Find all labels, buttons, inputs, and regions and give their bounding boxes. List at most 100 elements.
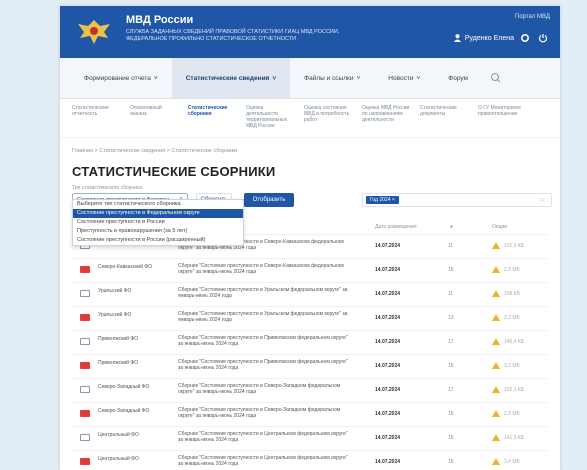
- nav-label: Файлы и ссылки: [304, 74, 354, 82]
- pdf-file-icon[interactable]: [80, 266, 90, 273]
- column-actions: Опции: [492, 224, 508, 230]
- pdf-file-icon[interactable]: [80, 362, 90, 369]
- nav-item-news[interactable]: Новости ˅: [374, 58, 434, 98]
- date-filter[interactable]: Год 2024 × ▭: [362, 193, 552, 207]
- table-row[interactable]: Приволжский ФО Сборник "Состояние преступ…: [72, 354, 548, 378]
- file-size[interactable]: 2,3 МБ: [504, 315, 520, 321]
- show-button[interactable]: Отобразить: [244, 193, 294, 207]
- subnav-item[interactable]: О ГУ Мониторинге правоотношения: [478, 105, 526, 131]
- pdf-file-icon[interactable]: [80, 458, 90, 465]
- nav-item-files[interactable]: Файлы и ссылки ˅: [290, 58, 374, 98]
- download-count: 17: [448, 339, 454, 345]
- table-row[interactable]: Центральный ФО Сборник "Состояние преступ…: [72, 426, 548, 450]
- column-date[interactable]: Дата размещения: [375, 224, 417, 230]
- table-row[interactable]: Северо-Западный ФО Сборник "Состояние пре…: [72, 402, 548, 426]
- file-size[interactable]: 141,3 КБ: [504, 435, 524, 441]
- file-size[interactable]: 3,1 МБ: [504, 363, 520, 369]
- warning-icon: [492, 362, 500, 369]
- spreadsheet-file-icon[interactable]: [80, 338, 90, 345]
- site-title: МВД России: [126, 14, 194, 26]
- pdf-file-icon[interactable]: [80, 410, 90, 417]
- nav-label: Формирование отчета: [84, 74, 151, 82]
- warning-icon: [492, 242, 500, 249]
- description[interactable]: Сборник "Состояние преступности в Северо…: [178, 383, 348, 395]
- pdf-file-icon[interactable]: [80, 314, 90, 321]
- portal-link[interactable]: Портал МВД: [515, 14, 550, 20]
- subnav-item[interactable]: Оценка деятельности территориальных МВД …: [246, 105, 294, 131]
- date: 14.07.2024: [375, 291, 401, 297]
- file-size[interactable]: 2,9 МБ: [504, 411, 520, 417]
- nav-item-forum[interactable]: Форум: [434, 58, 482, 98]
- warning-icon: [492, 434, 500, 441]
- date: 14.07.2024: [375, 243, 401, 249]
- dropdown-option[interactable]: Преступность и правонарушения (за 5 лет): [73, 227, 243, 236]
- file-size[interactable]: 102,1 КБ: [504, 387, 524, 393]
- description[interactable]: Сборник "Состояние преступности в Уральс…: [178, 287, 348, 299]
- nav-item-statistics[interactable]: Статистические сведения ˅: [171, 58, 291, 98]
- calendar-icon[interactable]: ▭: [539, 196, 547, 204]
- main-nav: Формирование отчета ˅ Статистические свед…: [60, 58, 560, 99]
- table-row[interactable]: Уральский ФО Сборник "Состояние преступно…: [72, 282, 548, 306]
- breadcrumb[interactable]: Главная > Статистические сведения > Стат…: [72, 148, 548, 154]
- description[interactable]: Сборник "Состояние преступности в Привол…: [178, 359, 348, 371]
- file-size[interactable]: 3,4 МБ: [504, 459, 520, 465]
- subnav-item[interactable]: Оперативный анализ: [130, 105, 178, 131]
- sub-nav: Статистические отчетность Оперативный ан…: [60, 99, 560, 138]
- download-count: 16: [448, 363, 454, 369]
- description[interactable]: Сборник "Состояние преступности в Центра…: [178, 431, 348, 443]
- download-count: 16: [448, 435, 454, 441]
- district: Северо-Кавказский ФО: [98, 264, 152, 270]
- dropdown-option[interactable]: Состояние преступности в России: [73, 218, 243, 227]
- file-size[interactable]: 2,9 МБ: [504, 267, 520, 273]
- description[interactable]: Сборник "Состояние преступности в Уральс…: [178, 311, 348, 323]
- file-size[interactable]: 109 КБ: [504, 291, 520, 297]
- download-count: 11: [448, 243, 454, 249]
- screenshot-frame: МВД России СЛУЖБА ЗАДАННЫХ СВЕДЕНИЙ ПРАВ…: [0, 0, 587, 470]
- description[interactable]: Сборник "Состояние преступности в Центра…: [178, 455, 348, 467]
- warning-icon: [492, 266, 500, 273]
- table-row[interactable]: Северо-Западный ФО Сборник "Состояние пре…: [72, 378, 548, 402]
- dropdown-option[interactable]: Выберите тип статистического сборника: [73, 200, 243, 209]
- dropdown-option-selected[interactable]: Состояние преступности в Федеральном окр…: [73, 209, 243, 218]
- warning-icon: [492, 386, 500, 393]
- district: Уральский ФО: [98, 288, 132, 294]
- user-name: Руденко Елена: [464, 34, 514, 42]
- district: Северо-Западный ФО: [98, 384, 150, 390]
- warning-icon: [492, 290, 500, 297]
- dropdown-option[interactable]: Состояние преступности в России (расшире…: [73, 236, 243, 245]
- table-row[interactable]: Центральный ФО Сборник "Состояние преступ…: [72, 450, 548, 470]
- chevron-down-icon: ˅: [272, 74, 277, 82]
- subnav-item[interactable]: Статистические отчетность: [72, 105, 120, 131]
- subnav-item-active[interactable]: Статистические сборники: [188, 105, 236, 131]
- nav-label: Статистические сведения: [185, 74, 270, 82]
- subnav-item[interactable]: Оценка МВД России по направлениям деятел…: [362, 105, 410, 131]
- file-size[interactable]: 140,4 КБ: [504, 339, 524, 345]
- subnav-item[interactable]: Статистические документы: [420, 105, 468, 131]
- description[interactable]: Сборник "Состояние преступности в Привол…: [178, 335, 348, 347]
- download-count: 16: [448, 267, 454, 273]
- user-menu[interactable]: Руденко Елена: [453, 34, 514, 42]
- table-body: Сборник "Состояние преступности в Северо…: [72, 234, 548, 470]
- search-icon[interactable]: [488, 70, 504, 86]
- district: Центральный ФО: [98, 432, 139, 438]
- brand: МВД России СЛУЖБА ЗАДАННЫХ СВЕДЕНИЙ ПРАВ…: [126, 14, 346, 42]
- warning-icon: [492, 410, 500, 417]
- table-row[interactable]: Северо-Кавказский ФО Сборник "Состояние п…: [72, 258, 548, 282]
- eagle-emblem-icon[interactable]: [74, 16, 114, 48]
- district: Северо-Западный ФО: [98, 408, 150, 414]
- settings-icon[interactable]: [520, 33, 530, 43]
- description[interactable]: Сборник "Состояние преступности в Северо…: [178, 263, 348, 275]
- spreadsheet-file-icon[interactable]: [80, 386, 90, 393]
- description[interactable]: Сборник "Состояние преступности в Северо…: [178, 407, 348, 419]
- subnav-item[interactable]: Оценка состояния МВД и потребность работ: [304, 105, 352, 131]
- spreadsheet-file-icon[interactable]: [80, 290, 90, 297]
- table-row[interactable]: Приволжский ФО Сборник "Состояние преступ…: [72, 330, 548, 354]
- power-icon[interactable]: [538, 33, 548, 43]
- download-count: 13: [448, 315, 454, 321]
- file-size[interactable]: 101,5 КБ: [504, 243, 524, 249]
- table-row[interactable]: Уральский ФО Сборник "Состояние преступно…: [72, 306, 548, 330]
- nav-item-report[interactable]: Формирование отчета ˅: [70, 58, 172, 98]
- date-chip[interactable]: Год 2024 ×: [366, 196, 399, 204]
- date: 14.07.2024: [375, 363, 401, 369]
- spreadsheet-file-icon[interactable]: [80, 434, 90, 441]
